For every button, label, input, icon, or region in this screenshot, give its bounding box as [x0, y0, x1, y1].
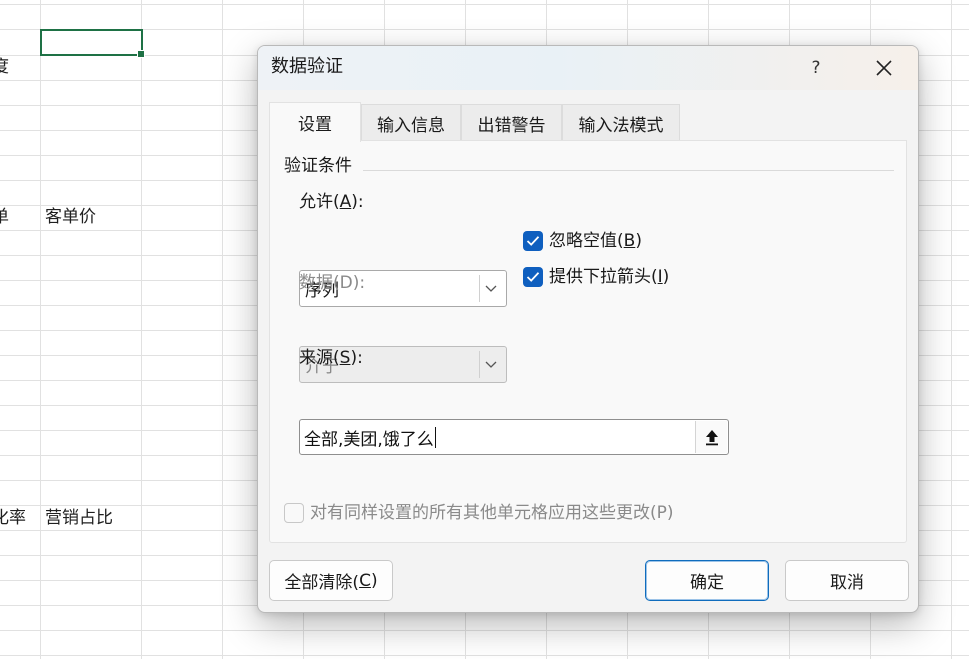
arrow-up-icon	[705, 430, 718, 446]
cell-text[interactable]: 单	[0, 205, 9, 229]
ignore-blank-checkbox[interactable]	[523, 231, 543, 251]
source-input-value: 全部,美团,饿了么	[304, 429, 434, 450]
cancel-button[interactable]: 取消	[785, 560, 909, 601]
dropdown-arrow-checkbox[interactable]	[523, 267, 543, 287]
ignore-blank-label[interactable]: 忽略空值(B)	[549, 229, 642, 253]
text-caret	[434, 426, 436, 448]
checkmark-icon	[526, 272, 540, 282]
allow-label: 允许(A):	[299, 192, 364, 212]
collapse-dialog-button[interactable]	[695, 421, 727, 453]
group-title: 验证条件	[284, 156, 352, 176]
source-label: 来源(S):	[299, 348, 363, 368]
clear-all-button[interactable]: 全部清除(C)	[269, 560, 393, 601]
cell-text[interactable]: 营销占比	[45, 506, 113, 530]
tab-input-message[interactable]: 输入信息	[361, 104, 461, 141]
cell-text[interactable]: 度	[0, 55, 9, 79]
cell-text[interactable]: 化率	[0, 506, 26, 530]
dialog-titlebar[interactable]: 数据验证 ?	[258, 46, 918, 90]
data-validation-dialog: 数据验证 ? 设置 输入信息 出错警告 输入法模式 验证条件 允许(A): 序列…	[257, 45, 919, 613]
chevron-down-icon	[479, 275, 502, 302]
tab-ime-mode[interactable]: 输入法模式	[562, 104, 680, 141]
data-label: 数据(D):	[299, 273, 366, 293]
close-button[interactable]	[854, 46, 914, 90]
close-icon	[876, 60, 892, 76]
dialog-title: 数据验证	[271, 56, 343, 77]
ok-button[interactable]: 确定	[645, 560, 769, 601]
selected-cell[interactable]	[40, 29, 145, 58]
settings-panel: 验证条件 允许(A): 序列 忽略空值(B) 提供下拉箭头(I) 数据(D): …	[269, 140, 907, 543]
grid-row-line	[0, 630, 969, 631]
tab-error-alert[interactable]: 出错警告	[461, 104, 562, 141]
grid-row-line	[0, 655, 969, 656]
checkmark-icon	[526, 236, 540, 246]
help-button[interactable]: ?	[788, 46, 844, 90]
apply-all-checkbox	[284, 503, 304, 523]
apply-all-label: 对有同样设置的所有其他单元格应用这些更改(P)	[310, 503, 674, 523]
grid-row-line	[0, 29, 969, 30]
source-input[interactable]: 全部,美团,饿了么	[299, 419, 729, 455]
grid-row-line	[0, 4, 969, 5]
cell-text[interactable]: 客单价	[45, 205, 96, 229]
dropdown-arrow-label[interactable]: 提供下拉箭头(I)	[549, 265, 669, 289]
chevron-down-icon	[479, 351, 502, 378]
group-divider	[363, 170, 894, 171]
tab-settings[interactable]: 设置	[269, 102, 361, 142]
